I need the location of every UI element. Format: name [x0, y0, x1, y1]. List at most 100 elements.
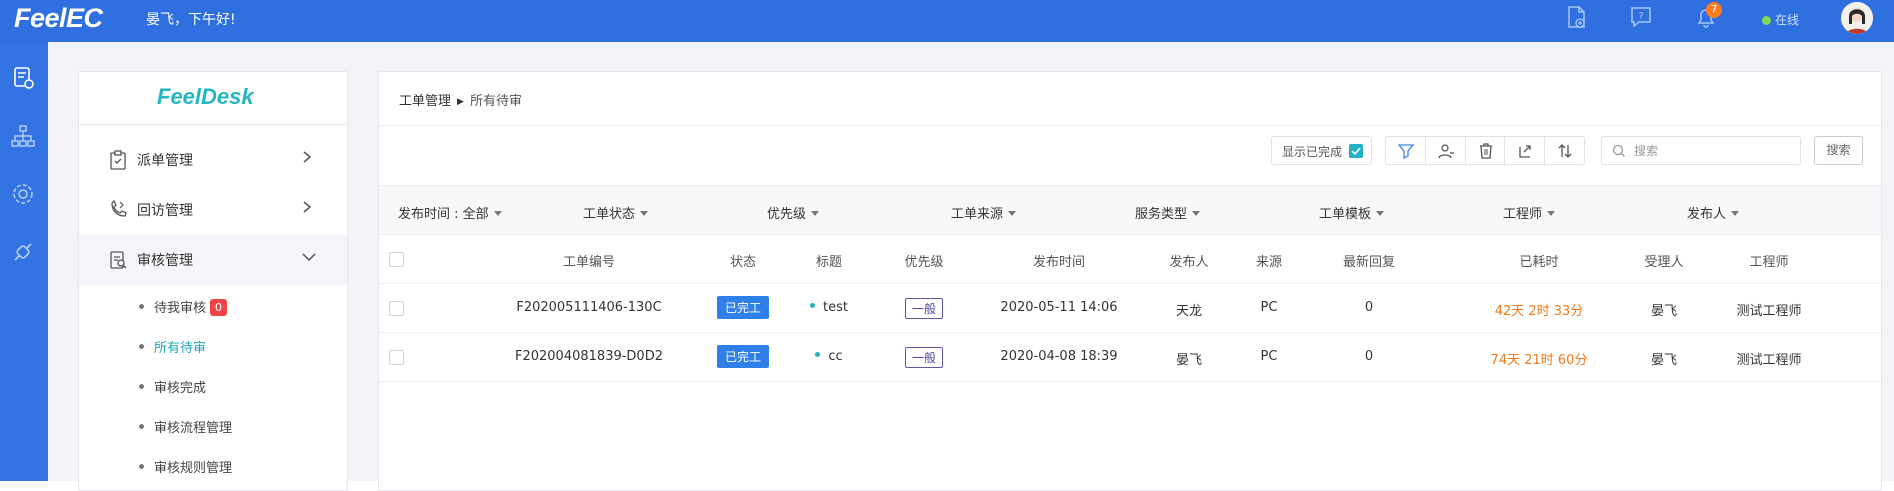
sub-item-label: 审核完成 [154, 381, 207, 396]
caret-down-icon [640, 211, 649, 216]
col-header-publisher[interactable]: 发布人 [1159, 251, 1219, 270]
sub-item-label: 所有待审 [154, 341, 207, 356]
filter-engineer[interactable]: 工程师 [1503, 203, 1556, 222]
filter-ticket-status[interactable]: 工单状态 [583, 203, 649, 222]
ticket-title: test [823, 300, 848, 315]
latest-reply: 0 [1364, 349, 1374, 364]
nav-item-label: 派单管理 [137, 153, 193, 169]
search-button[interactable]: 搜索 [1814, 136, 1863, 165]
source: PC [1260, 349, 1278, 364]
filter-publisher[interactable]: 发布人 [1687, 203, 1740, 222]
bullet-icon [139, 304, 144, 309]
filter-label: 工单来源 [951, 207, 1004, 222]
filter-publish-time[interactable]: 发布时间 : 全部 [398, 203, 502, 222]
filter-template[interactable]: 工单模板 [1319, 203, 1385, 222]
select-all-checkbox[interactable] [389, 252, 404, 267]
row-checkbox[interactable] [389, 301, 404, 316]
nav-item-callback[interactable]: 回访管理 [79, 185, 347, 235]
col-header-engineer[interactable]: 工程师 [1719, 251, 1819, 270]
sub-item-label: 审核规则管理 [154, 461, 233, 476]
caret-down-icon [1192, 211, 1201, 216]
row-checkbox[interactable] [389, 350, 404, 365]
assignee: 晏飞 [1650, 353, 1677, 368]
bullet-icon [139, 424, 144, 429]
priority-badge: 一般 [904, 298, 943, 319]
publisher: 晏飞 [1175, 353, 1202, 368]
bullet-icon [139, 344, 144, 349]
filter-service-type[interactable]: 服务类型 [1135, 203, 1201, 222]
col-header-time[interactable]: 发布时间 [989, 251, 1129, 270]
bullet-icon [139, 464, 144, 469]
filter-source[interactable]: 工单来源 [951, 203, 1017, 222]
sub-item-label: 审核流程管理 [154, 421, 233, 436]
priority-badge: 一般 [904, 347, 943, 368]
sub-item-all-pending[interactable]: 所有待审 [139, 337, 206, 356]
org-chart-icon[interactable] [9, 122, 37, 150]
title-cell[interactable]: test [789, 300, 869, 315]
help-icon[interactable]: ? [1630, 5, 1652, 33]
online-status[interactable]: 在线 [1762, 11, 1799, 28]
export-button[interactable] [1505, 137, 1546, 164]
assign-user-button[interactable] [1426, 137, 1466, 164]
delete-button[interactable] [1466, 137, 1506, 164]
sub-item-review-done[interactable]: 审核完成 [139, 377, 206, 396]
nav-item-label: 回访管理 [137, 203, 193, 219]
ticket-id[interactable]: F202005111406-130C [499, 300, 679, 315]
breadcrumb-current: 所有待审 [469, 94, 522, 109]
filter-bar: 发布时间 : 全部 工单状态 优先级 工单来源 服务类型 工单模板 工程师 发布… [379, 185, 1881, 235]
col-header-id[interactable]: 工单编号 [529, 251, 649, 270]
feeldesk-logo: FeelDesk [157, 84, 254, 109]
ticket-settings-icon[interactable] [9, 64, 37, 92]
avatar[interactable] [1841, 2, 1873, 34]
filter-label: 服务类型 [1135, 207, 1188, 222]
ticket-title: cc [828, 349, 843, 364]
filter-button[interactable] [1386, 137, 1426, 164]
chevron-down-icon [301, 249, 317, 268]
nav-item-label: 审核管理 [137, 253, 193, 269]
show-done-toggle[interactable]: 显示已完成 [1271, 136, 1372, 165]
col-header-source[interactable]: 来源 [1239, 251, 1299, 270]
left-rail [0, 42, 48, 481]
col-header-title[interactable]: 标题 [789, 251, 869, 270]
col-header-status[interactable]: 状态 [709, 251, 777, 270]
search-input[interactable] [1634, 142, 1794, 160]
sub-item-label: 待我审核 [154, 301, 207, 316]
sort-button[interactable] [1545, 137, 1584, 164]
ticket-id[interactable]: F202004081839-D0D2 [499, 349, 679, 364]
col-header-assignee[interactable]: 受理人 [1629, 251, 1699, 270]
checkbox-checked-icon[interactable] [1349, 144, 1363, 158]
col-header-elapsed[interactable]: 已耗时 [1479, 251, 1599, 270]
caret-right-icon: ▶ [457, 97, 464, 107]
status-cell: 已完工 [709, 296, 777, 319]
col-header-priority[interactable]: 优先级 [889, 251, 959, 270]
search-box [1601, 136, 1801, 165]
chevron-right-icon [301, 199, 313, 218]
nav-item-dispatch[interactable]: 派单管理 [79, 135, 347, 185]
breadcrumb: 工单管理 ▶ 所有待审 [399, 90, 522, 109]
app-logo[interactable]: FeelEC [14, 3, 103, 34]
col-header-reply[interactable]: 最新回复 [1329, 251, 1409, 270]
caret-down-icon [493, 211, 502, 216]
chevron-right-icon [301, 149, 313, 168]
new-document-icon[interactable] [1565, 5, 1587, 33]
sub-item-review-flow[interactable]: 审核流程管理 [139, 417, 232, 436]
sub-item-review-rules[interactable]: 审核规则管理 [139, 457, 232, 476]
status-cell: 已完工 [709, 345, 777, 368]
table-row[interactable]: F202004081839-D0D2 已完工 cc 一般 2020-04-08 … [379, 333, 1881, 382]
caret-down-icon [1008, 211, 1017, 216]
breadcrumb-root[interactable]: 工单管理 [399, 94, 451, 109]
assignee: 晏飞 [1650, 304, 1677, 319]
action-toolbar [1385, 136, 1585, 165]
sub-item-my-review[interactable]: 待我审核 0 [139, 297, 228, 316]
table-header: 工单编号 状态 标题 优先级 发布时间 发布人 来源 最新回复 已耗时 受理人 … [379, 235, 1881, 284]
engineer: 测试工程师 [1736, 353, 1802, 368]
title-cell[interactable]: cc [789, 349, 869, 364]
count-badge: 0 [210, 299, 228, 316]
filter-priority[interactable]: 优先级 [767, 203, 820, 222]
settings-icon[interactable] [9, 180, 37, 208]
plugin-icon[interactable] [9, 238, 37, 266]
priority-cell: 一般 [889, 298, 959, 319]
nav-item-audit[interactable]: 审核管理 [79, 235, 347, 285]
caret-down-icon [1731, 211, 1740, 216]
table-row[interactable]: F202005111406-130C 已完工 test 一般 2020-05-1… [379, 284, 1881, 333]
